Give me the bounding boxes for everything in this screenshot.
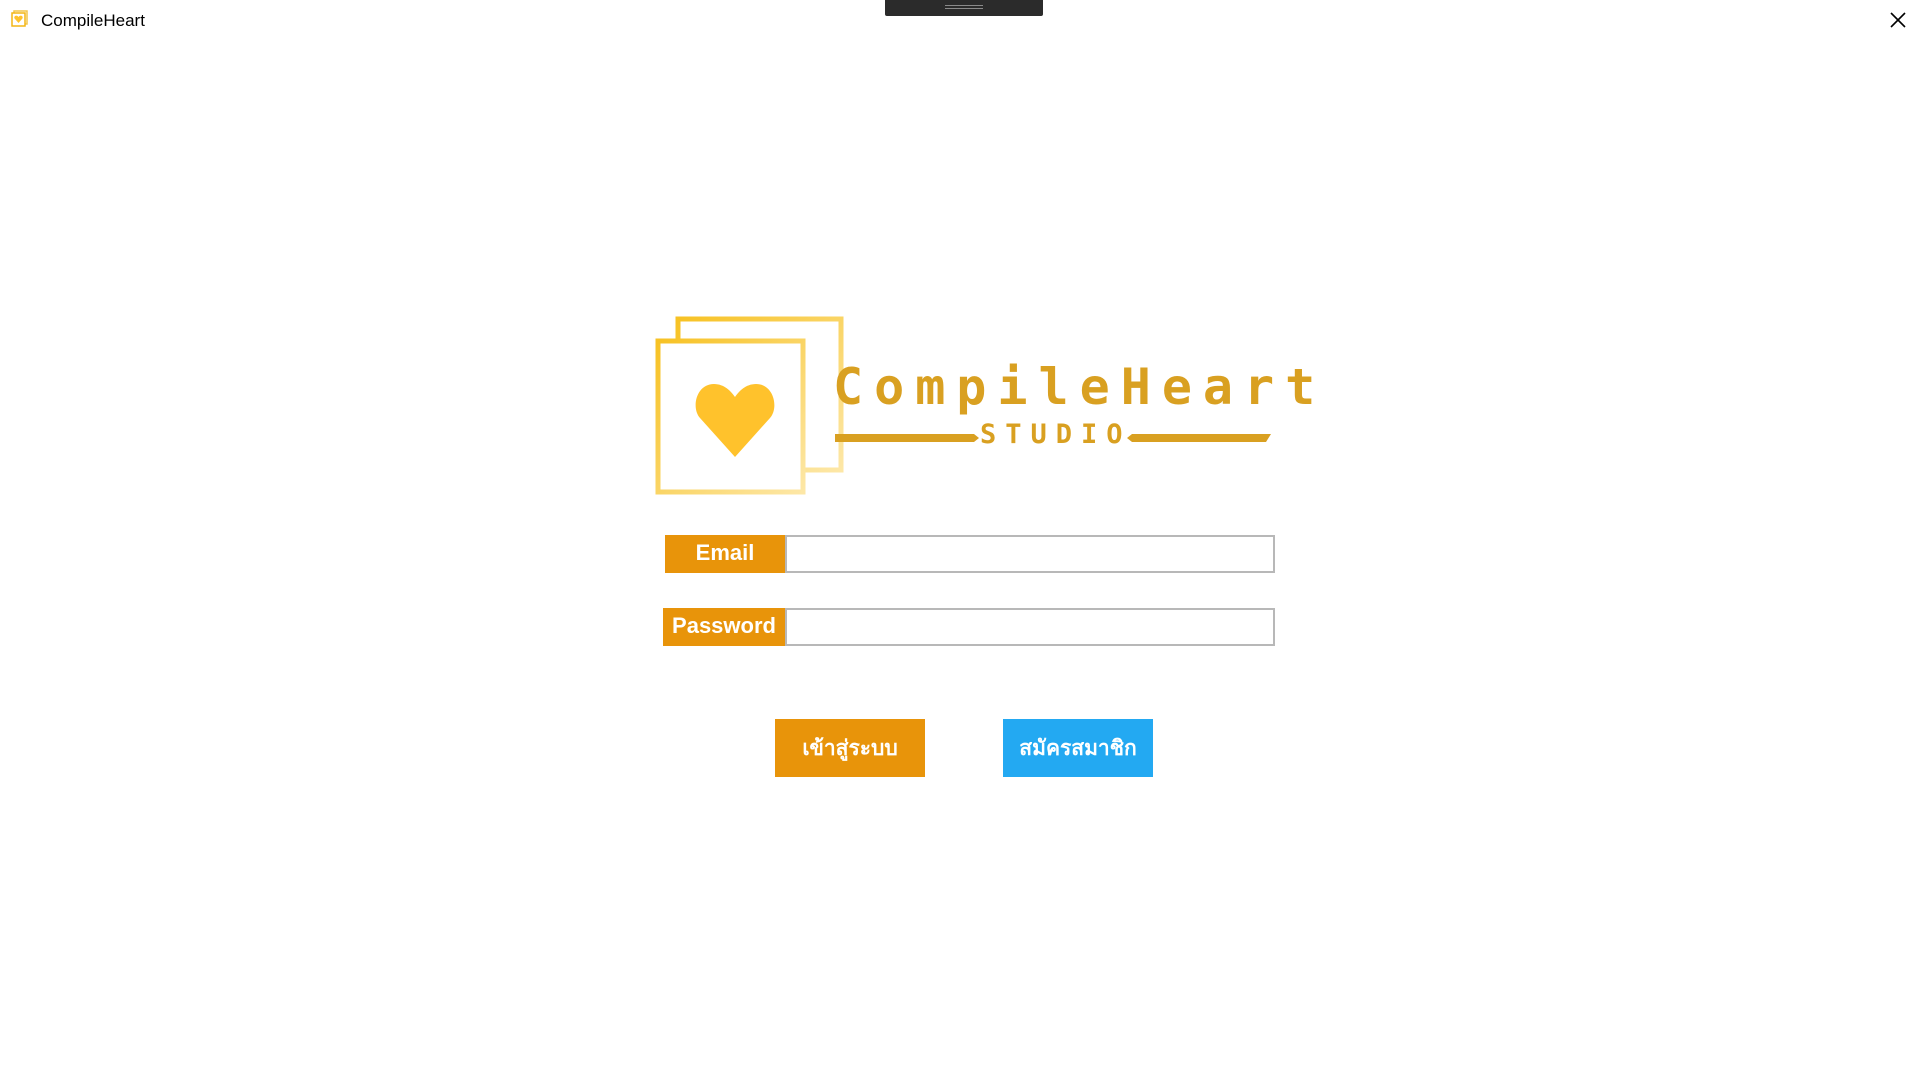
logo-wordmark: CompileHeart (833, 358, 1327, 416)
title-bar: CompileHeart (0, 0, 1920, 40)
register-button[interactable]: สมัครสมาชิก (1003, 719, 1153, 777)
app-heart-icon (11, 10, 29, 28)
password-field[interactable] (785, 608, 1275, 646)
heart-icon (695, 384, 775, 457)
email-label: Email (665, 535, 785, 573)
logo-subtitle: STUDIO (980, 419, 1132, 450)
drag-handle[interactable] (885, 0, 1043, 16)
close-button[interactable] (1884, 6, 1912, 34)
login-button[interactable]: เข้าสู่ระบบ (775, 719, 925, 777)
password-label: Password (663, 608, 785, 646)
close-icon (1890, 12, 1906, 28)
email-field[interactable] (785, 535, 1275, 573)
window-title: CompileHeart (41, 11, 145, 30)
